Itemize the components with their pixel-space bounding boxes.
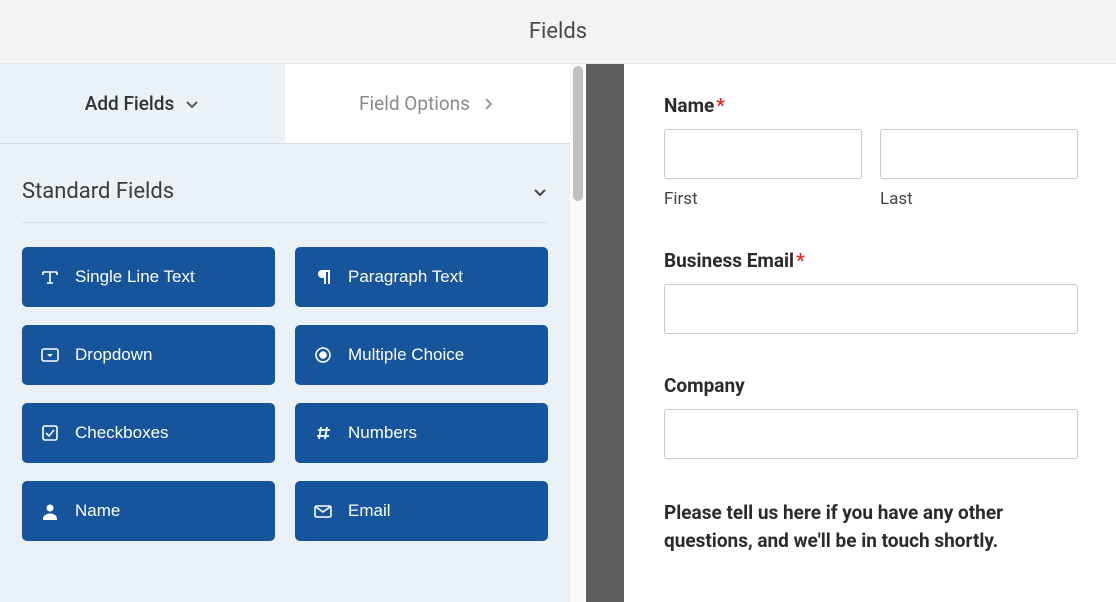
field-label: Name [75,501,120,521]
first-sublabel: First [664,189,862,209]
first-name-col: First [664,129,862,209]
field-checkboxes[interactable]: Checkboxes [22,403,275,463]
sidebar-tabs: Add Fields Field Options [0,64,570,144]
field-label: Multiple Choice [348,345,464,365]
form-description: Please tell us here if you have any othe… [664,499,1078,554]
section-divider [22,222,548,223]
field-label: Dropdown [75,345,153,365]
label-text: Business Email [664,249,794,272]
section-title: Standard Fields [22,179,174,204]
field-label: Email [348,501,391,521]
form-group-email: Business Email* [664,249,1078,334]
scrollbar-thumb[interactable] [573,66,583,201]
email-label: Business Email* [664,249,1078,272]
main-layout: Add Fields Field Options Standard Fields [0,64,1116,602]
page-header: Fields [0,0,1116,64]
tab-field-options[interactable]: Field Options [285,64,570,143]
last-sublabel: Last [880,189,1078,209]
scrollbar-track[interactable] [570,64,586,602]
field-numbers[interactable]: Numbers [295,403,548,463]
checkbox-icon [40,423,60,443]
tab-add-fields[interactable]: Add Fields [0,64,285,143]
dropdown-icon [40,345,60,365]
fields-grid: Single Line Text Paragraph Text Dropdown… [0,247,570,541]
name-row: First Last [664,129,1078,209]
company-input[interactable] [664,409,1078,459]
field-label: Numbers [348,423,417,443]
field-name[interactable]: Name [22,481,275,541]
field-multiple-choice[interactable]: Multiple Choice [295,325,548,385]
field-label: Paragraph Text [348,267,463,287]
user-icon [40,501,60,521]
hash-icon [313,423,333,443]
field-paragraph-text[interactable]: Paragraph Text [295,247,548,307]
email-input[interactable] [664,284,1078,334]
name-label: Name* [664,94,1078,117]
text-icon [40,267,60,287]
page-title: Fields [529,19,587,44]
envelope-icon [313,501,333,521]
chevron-right-icon [480,96,496,112]
field-email[interactable]: Email [295,481,548,541]
paragraph-icon [313,267,333,287]
section-header[interactable]: Standard Fields [0,144,570,222]
required-asterisk: * [716,94,725,117]
chevron-down-icon [184,96,200,112]
left-sidebar: Add Fields Field Options Standard Fields [0,64,570,602]
field-single-line-text[interactable]: Single Line Text [22,247,275,307]
field-dropdown[interactable]: Dropdown [22,325,275,385]
field-label: Checkboxes [75,423,169,443]
radio-icon [313,345,333,365]
tab-label: Field Options [359,92,470,115]
company-label: Company [664,374,1078,397]
form-group-name: Name* First Last [664,94,1078,209]
label-text: Name [664,94,714,117]
last-name-input[interactable] [880,129,1078,179]
last-name-col: Last [880,129,1078,209]
form-preview: Name* First Last Business Email* Company [624,64,1116,602]
tab-label: Add Fields [85,92,175,115]
form-group-company: Company [664,374,1078,459]
required-asterisk: * [796,249,805,272]
field-label: Single Line Text [75,267,195,287]
first-name-input[interactable] [664,129,862,179]
chevron-down-icon [532,184,548,200]
